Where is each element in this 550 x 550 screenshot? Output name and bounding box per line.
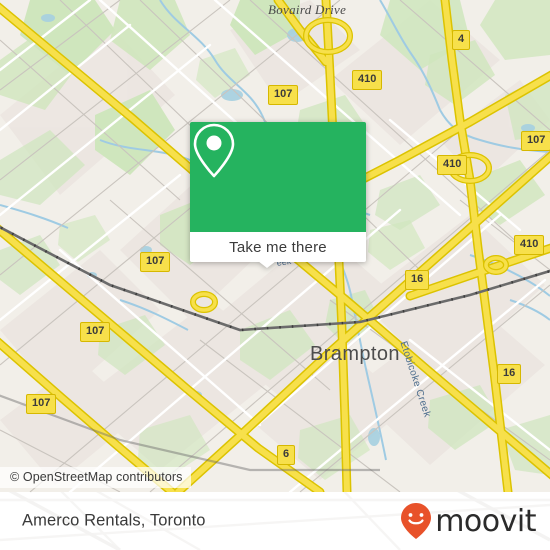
highway-shield: 410 <box>437 155 468 175</box>
callout-pointer <box>258 261 276 268</box>
map-canvas[interactable]: Bovaird Drive Brampton Etobicoke Creek e… <box>0 0 550 492</box>
highway-shield: 410 <box>352 70 383 90</box>
moovit-smiley-pin-icon <box>401 503 432 539</box>
highway-shield: 6 <box>277 445 296 465</box>
moovit-wordmark: moovit <box>435 504 536 539</box>
highway-shield: 107 <box>521 131 550 151</box>
highway-shield: 107 <box>140 252 171 272</box>
highway-shield: 4 <box>452 30 471 50</box>
take-me-there-label: Take me there <box>229 238 327 256</box>
take-me-there-callout[interactable]: Take me there <box>190 122 366 268</box>
highway-shield: 107 <box>80 322 111 342</box>
osm-attribution[interactable]: © OpenStreetMap contributors <box>0 467 191 488</box>
highway-shield: 16 <box>497 364 522 384</box>
highway-shield: 16 <box>405 270 430 290</box>
highway-shield: 107 <box>26 394 57 414</box>
highway-shield: 107 <box>268 85 299 105</box>
callout-green-panel <box>190 122 366 232</box>
callout-action-bar[interactable]: Take me there <box>190 232 366 268</box>
map-pin-icon <box>193 123 235 178</box>
map-screenshot-root: Bovaird Drive Brampton Etobicoke Creek e… <box>0 0 550 550</box>
place-name-label: Amerco Rentals, Toronto <box>22 511 206 530</box>
moovit-logo: moovit <box>399 502 536 540</box>
highway-shield: 410 <box>514 235 545 255</box>
footer-bar: Amerco Rentals, Toronto moovit <box>0 492 550 550</box>
